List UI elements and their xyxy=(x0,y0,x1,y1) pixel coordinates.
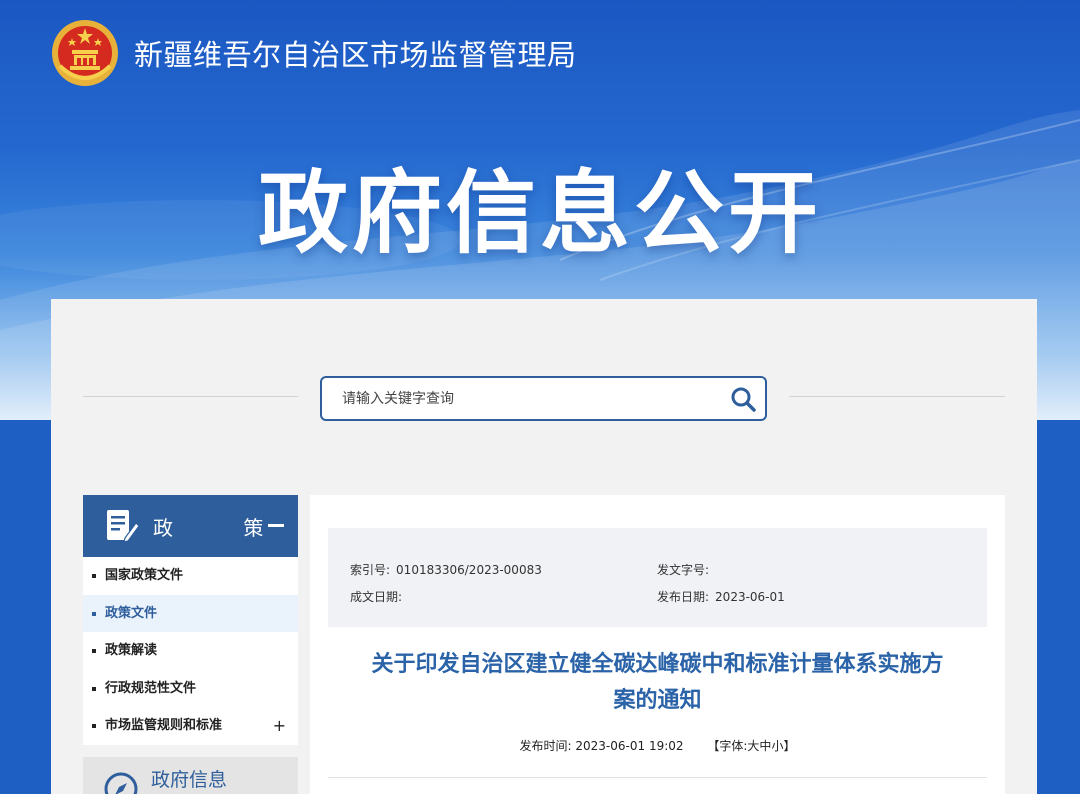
font-size-selector: 【字体:大中小】 xyxy=(707,739,795,753)
search-icon[interactable] xyxy=(729,385,757,413)
meta-publish-date-label: 发布日期: xyxy=(657,590,710,604)
search-bar xyxy=(320,376,767,421)
bullet-icon xyxy=(92,649,96,654)
national-emblem-icon xyxy=(52,20,118,86)
sidebar-item-label: 市场监管规则和标准 xyxy=(105,718,223,734)
sidebar-item-policy-interpretation[interactable]: 政策解读 xyxy=(83,632,298,670)
bullet-icon xyxy=(92,611,96,616)
search-divider-left xyxy=(83,396,298,397)
sidebar-item-label: 政策解读 xyxy=(105,643,158,659)
meta-doc-number-label: 发文字号: xyxy=(657,563,710,577)
sidebar-section-policy[interactable]: 政 策 xyxy=(83,495,298,557)
sidebar: 政 策 国家政策文件 政策文件 政策解读 行政规范性文件 市场监管规则和标准 +… xyxy=(83,495,298,794)
font-size-large-button[interactable]: 大 xyxy=(747,739,759,753)
sidebar-item-national-policy[interactable]: 国家政策文件 xyxy=(83,557,298,595)
publish-time-label: 发布时间: xyxy=(519,739,572,753)
font-size-small-button[interactable]: 小 xyxy=(771,739,783,753)
compass-icon xyxy=(104,772,138,794)
main-panel: 政 策 国家政策文件 政策文件 政策解读 行政规范性文件 市场监管规则 xyxy=(51,299,1037,794)
bullet-icon xyxy=(92,574,96,578)
sidebar-list: 国家政策文件 政策文件 政策解读 行政规范性文件 市场监管规则和标准 + xyxy=(83,557,298,745)
expand-plus-icon[interactable]: + xyxy=(273,707,286,745)
site-title[interactable]: 新疆维吾尔自治区市场监督管理局 xyxy=(134,32,577,74)
article-content: 索引号: 010183306/2023-00083 发文字号: 成文日期: 发布日… xyxy=(310,495,1005,794)
page-hero-title: 政府信息公开 xyxy=(258,161,822,266)
collapse-icon[interactable] xyxy=(268,524,284,527)
meta-doc-number: 发文字号: xyxy=(657,561,715,578)
article-title: 关于印发自治区建立健全碳达峰碳中和标准计量体系实施方 案的通知 xyxy=(328,647,987,719)
publish-info: 发布时间: 2023-06-01 19:02 【字体:大中小】 xyxy=(310,737,1005,754)
document-edit-icon xyxy=(107,510,139,543)
content-divider xyxy=(328,777,987,778)
document-metadata: 索引号: 010183306/2023-00083 发文字号: 成文日期: 发布日… xyxy=(328,528,987,627)
font-size-prefix: 【字体: xyxy=(707,739,748,753)
sidebar-section-title: 政府信息 xyxy=(151,768,228,791)
sidebar-item-label: 政策文件 xyxy=(105,605,158,621)
search-input[interactable] xyxy=(342,378,712,419)
meta-index-value: 010183306/2023-00083 xyxy=(396,563,542,577)
font-size-medium-button[interactable]: 中 xyxy=(759,739,771,753)
sidebar-item-regulation-standards[interactable]: 市场监管规则和标准 + xyxy=(83,707,298,745)
search-divider-right xyxy=(789,396,1005,397)
meta-index-label: 索引号: xyxy=(350,563,391,577)
article-title-line-1: 关于印发自治区建立健全碳达峰碳中和标准计量体系实施方 xyxy=(371,652,944,677)
font-size-suffix: 】 xyxy=(783,739,796,753)
publish-time-value: 2023-06-01 19:02 xyxy=(575,739,684,753)
sidebar-section-gov-info[interactable]: 政府信息 xyxy=(83,756,298,794)
meta-publish-date-value: 2023-06-01 xyxy=(715,590,785,604)
meta-publish-date: 发布日期: 2023-06-01 xyxy=(657,588,785,605)
sidebar-item-label: 国家政策文件 xyxy=(105,568,184,583)
meta-written-date-label: 成文日期: xyxy=(350,590,403,604)
bullet-icon xyxy=(92,686,96,691)
article-title-line-2: 案的通知 xyxy=(613,688,702,713)
meta-index: 索引号: 010183306/2023-00083 xyxy=(350,561,542,578)
sidebar-item-label: 行政规范性文件 xyxy=(105,680,197,696)
sidebar-item-policy-documents[interactable]: 政策文件 xyxy=(83,594,298,633)
meta-written-date: 成文日期: xyxy=(350,588,408,605)
bullet-icon xyxy=(92,724,96,729)
sidebar-item-normative-documents[interactable]: 行政规范性文件 xyxy=(83,670,298,708)
